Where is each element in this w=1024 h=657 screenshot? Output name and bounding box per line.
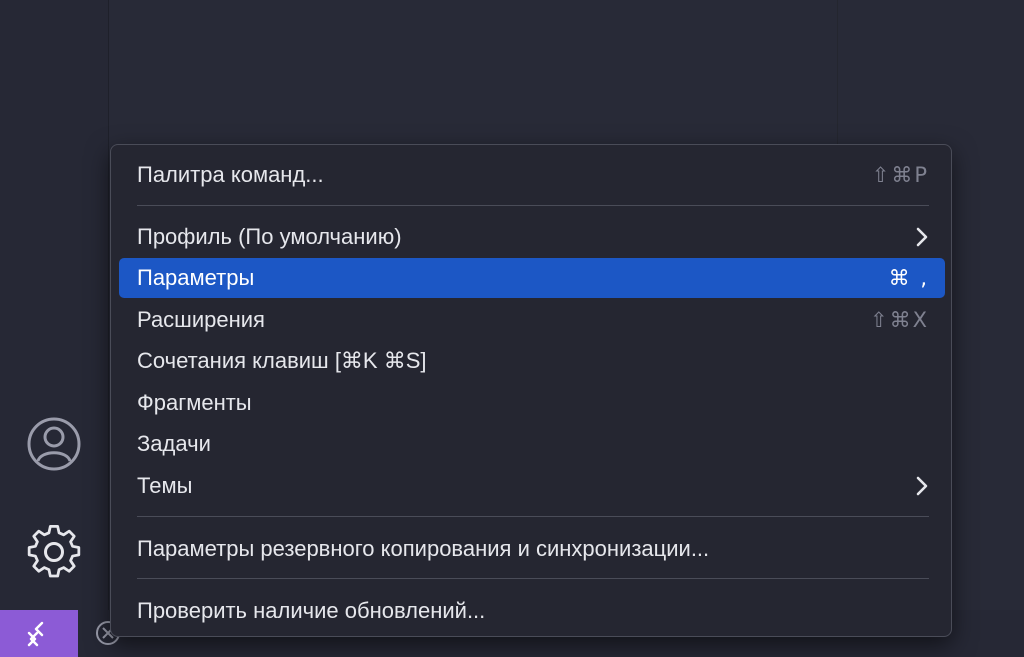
menu-item-check-updates[interactable]: Проверить наличие обновлений... <box>119 591 945 631</box>
menu-item-label: Расширения <box>137 307 265 332</box>
menu-item-label: Темы <box>137 473 193 498</box>
menu-separator <box>137 578 929 579</box>
menu-item-tasks[interactable]: Задачи <box>119 424 945 464</box>
menu-item-label: Фрагменты <box>137 390 252 415</box>
menu-item-snippets[interactable]: Фрагменты <box>119 383 945 423</box>
menu-item-settings-sync[interactable]: Параметры резервного копирования и синхр… <box>119 529 945 569</box>
menu-separator <box>137 205 929 206</box>
error-icon <box>94 621 214 652</box>
remote-indicator[interactable] <box>0 610 78 657</box>
menu-item-shortcut: ⌘ , <box>888 266 929 290</box>
chevron-right-icon <box>915 475 929 497</box>
settings-context-menu: Палитра команд... ⇧⌘P Профиль (По умолча… <box>110 144 952 637</box>
menu-item-label: Задачи <box>137 431 211 456</box>
menu-item-label: Сочетания клавиш [⌘K ⌘S] <box>137 348 427 373</box>
menu-item-label: Параметры резервного копирования и синхр… <box>137 536 710 561</box>
menu-item-extensions[interactable]: Расширения ⇧⌘X <box>119 300 945 340</box>
editor-split-divider <box>837 0 838 145</box>
gear-icon[interactable] <box>24 522 84 582</box>
menu-item-command-palette[interactable]: Палитра команд... ⇧⌘P <box>119 155 945 195</box>
menu-item-label: Параметры <box>137 265 255 290</box>
menu-item-keyboard-shortcuts[interactable]: Сочетания клавиш [⌘K ⌘S] <box>119 341 945 381</box>
menu-item-profile[interactable]: Профиль (По умолчанию) <box>119 217 945 257</box>
menu-item-settings[interactable]: Параметры ⌘ , <box>119 258 945 298</box>
chevron-right-icon <box>915 226 929 248</box>
app-window: Палитра команд... ⇧⌘P Профиль (По умолча… <box>0 0 1024 657</box>
menu-item-themes[interactable]: Темы <box>119 466 945 506</box>
menu-item-label: Палитра команд... <box>137 162 324 187</box>
menu-separator <box>137 516 929 517</box>
menu-item-shortcut: ⇧⌘P <box>871 163 929 187</box>
menu-item-shortcut: ⇧⌘X <box>870 308 929 332</box>
menu-item-label: Проверить наличие обновлений... <box>137 598 486 623</box>
menu-item-label: Профиль (По умолчанию) <box>137 224 402 249</box>
account-icon[interactable] <box>26 416 82 472</box>
activity-bar <box>0 0 109 657</box>
